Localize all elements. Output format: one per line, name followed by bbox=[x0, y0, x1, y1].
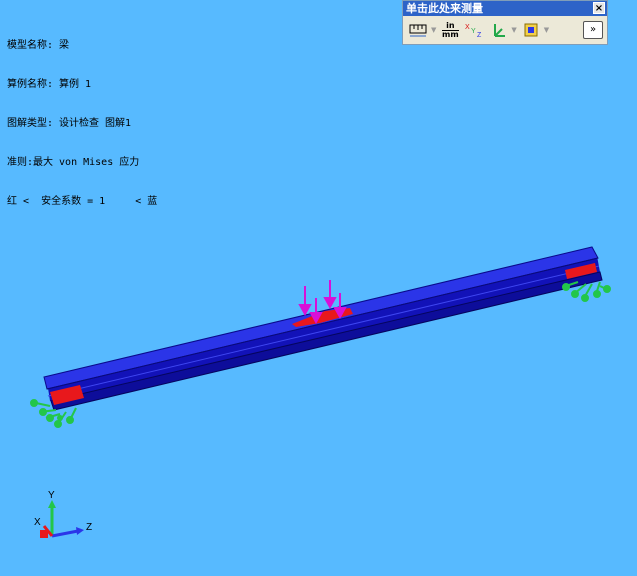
fixture-right-icon bbox=[562, 281, 611, 302]
svg-text:Z: Z bbox=[477, 32, 482, 39]
chevron-down-icon[interactable]: ▼ bbox=[544, 26, 549, 34]
measure-icon bbox=[409, 24, 427, 37]
beam-web bbox=[48, 256, 600, 401]
beam-model[interactable] bbox=[43, 246, 603, 411]
graphics-viewport[interactable]: 模型名称: 梁 算例名称: 算例 1 图解类型: 设计检查 图解1 准则:最大 … bbox=[0, 0, 637, 576]
triad-y-label: Y bbox=[48, 490, 55, 501]
units-icon: in mm bbox=[442, 20, 459, 39]
measure-button[interactable] bbox=[407, 19, 429, 41]
chevron-down-icon[interactable]: ▼ bbox=[511, 26, 516, 34]
close-button[interactable]: × bbox=[593, 2, 605, 14]
units-button[interactable]: in mm bbox=[439, 19, 461, 41]
measure-toolbar[interactable]: 单击此处来测量 × ▼ in mm X Y Z ▼ ▼ » bbox=[402, 0, 608, 45]
svg-text:Y: Y bbox=[471, 28, 476, 35]
delta-axes-button[interactable] bbox=[487, 19, 509, 41]
expand-button[interactable]: » bbox=[583, 21, 603, 39]
xyz-icon: X Y Z bbox=[465, 24, 482, 39]
chevron-down-icon[interactable]: ▼ bbox=[431, 26, 436, 34]
model-scene: Y Z X bbox=[30, 246, 611, 538]
measure-toolbar-title[interactable]: 单击此处来测量 × bbox=[403, 1, 607, 16]
load-arrow-icon bbox=[323, 297, 337, 310]
beam-edge-line bbox=[46, 257, 599, 390]
triad-z-label: Z bbox=[86, 522, 92, 533]
triad-x-label: X bbox=[34, 517, 41, 528]
point-icon bbox=[524, 23, 538, 37]
beam-edge-line bbox=[47, 265, 600, 397]
measure-toolbar-title-text: 单击此处来测量 bbox=[406, 2, 483, 15]
load-arrow-icon bbox=[298, 304, 312, 317]
units-bottom-label: mm bbox=[442, 29, 459, 39]
beam-bottom-flange bbox=[50, 271, 603, 411]
axis-triad: Y Z X bbox=[34, 490, 92, 538]
point-coordinates-button[interactable] bbox=[520, 19, 542, 41]
xyz-button[interactable]: X Y Z bbox=[463, 19, 485, 41]
units-top-label: in bbox=[446, 20, 455, 30]
svg-text:X: X bbox=[465, 24, 470, 31]
delta-axes-icon bbox=[494, 24, 506, 37]
